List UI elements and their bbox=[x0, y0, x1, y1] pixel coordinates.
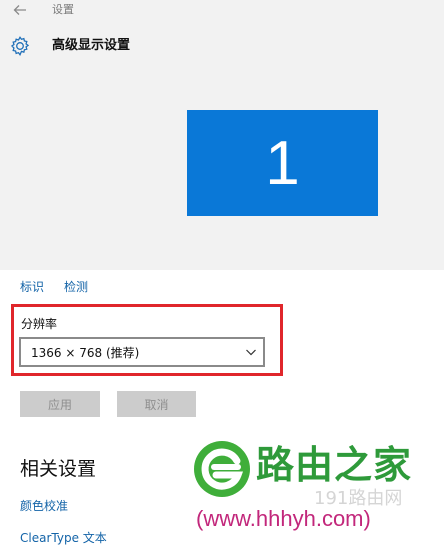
chevron-down-icon bbox=[246, 349, 256, 356]
window-title: 设置 bbox=[52, 3, 74, 16]
resolution-selected-value: 1366 × 768 (推荐) bbox=[31, 346, 140, 360]
cancel-button[interactable]: 取消 bbox=[117, 391, 196, 417]
watermark-brand: 路由之家 bbox=[256, 443, 413, 487]
router-logo-icon bbox=[194, 441, 250, 497]
cleartype-text-link[interactable]: ClearType 文本 bbox=[20, 530, 107, 546]
resolution-dropdown[interactable]: 1366 × 768 (推荐) bbox=[19, 337, 265, 367]
related-settings-title: 相关设置 bbox=[20, 458, 97, 480]
watermark-url: (www.hhhyh.com) bbox=[196, 506, 371, 531]
gear-icon bbox=[10, 36, 30, 56]
resolution-label: 分辨率 bbox=[21, 317, 58, 331]
detect-link[interactable]: 检测 bbox=[64, 279, 88, 295]
color-calibration-link[interactable]: 颜色校准 bbox=[20, 498, 68, 514]
back-arrow-icon[interactable] bbox=[12, 2, 28, 18]
page-title: 高级显示设置 bbox=[52, 38, 131, 53]
title-bar: 设置 高级显示设置 bbox=[0, 0, 444, 66]
monitor-tile[interactable]: 1 bbox=[187, 110, 378, 216]
watermark: 路由之家 191路由网 (www.hhhyh.com) bbox=[192, 437, 444, 539]
apply-button[interactable]: 应用 bbox=[20, 391, 100, 417]
identify-link[interactable]: 标识 bbox=[20, 279, 44, 295]
